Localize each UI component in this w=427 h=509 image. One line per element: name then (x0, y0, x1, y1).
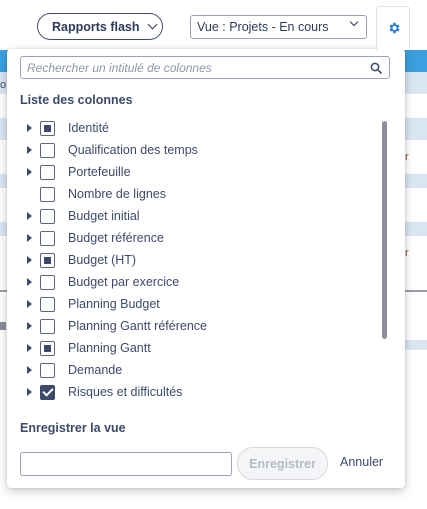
chevron-down-icon (349, 17, 359, 27)
column-label: Budget par exercice (68, 275, 180, 289)
view-select[interactable]: Vue : Projets - En cours (190, 15, 367, 39)
column-checkbox[interactable] (40, 319, 55, 334)
column-checkbox[interactable] (40, 253, 55, 268)
expand-caret-icon[interactable] (27, 234, 32, 242)
column-label: Portefeuille (68, 165, 131, 179)
column-label: Budget référence (68, 231, 164, 245)
table-cell-fragment: r (405, 247, 409, 259)
column-label: Qualification des temps (68, 143, 198, 157)
column-item[interactable]: Demande (7, 360, 377, 382)
column-item[interactable]: Budget par exercice (7, 272, 377, 294)
column-checkbox[interactable] (40, 143, 55, 158)
column-label: Planning Gantt (68, 341, 151, 355)
column-item[interactable]: Nombre de lignes (7, 184, 377, 206)
expand-caret-icon[interactable] (27, 278, 32, 286)
column-item[interactable]: Budget initial (7, 206, 377, 228)
column-search-box (20, 56, 390, 79)
scrollbar-fragment (0, 322, 6, 330)
columns-scrollbar[interactable] (382, 121, 388, 339)
column-label: Planning Gantt référence (68, 319, 207, 333)
rapports-flash-label: Rapports flash (52, 19, 140, 34)
table-row (405, 340, 427, 350)
expand-caret-icon[interactable] (27, 300, 32, 308)
column-item[interactable]: Portefeuille (7, 162, 377, 184)
column-item[interactable]: Risques et difficultés (7, 382, 377, 404)
column-label: Budget initial (68, 209, 140, 223)
column-item[interactable]: Planning Gantt (7, 338, 377, 360)
toolbar: Rapports flash Vue : Projets - En cours (0, 0, 427, 50)
column-checkbox[interactable] (40, 385, 55, 400)
column-checkbox[interactable] (40, 187, 55, 202)
column-checkbox[interactable] (40, 231, 55, 246)
view-select-value: Vue : Projets - En cours (197, 20, 329, 34)
column-item[interactable]: Planning Budget (7, 294, 377, 316)
search-icon[interactable] (370, 62, 382, 74)
column-label: Budget (HT) (68, 253, 137, 267)
gear-icon (389, 22, 400, 34)
view-name-input[interactable] (20, 452, 232, 476)
column-label: Demande (68, 363, 123, 377)
column-search-input[interactable] (21, 57, 361, 78)
cancel-button[interactable]: Annuler (340, 455, 383, 469)
save-view-title: Enregistrer la vue (20, 421, 126, 435)
column-checkbox[interactable] (40, 209, 55, 224)
expand-caret-icon[interactable] (27, 344, 32, 352)
column-label: Risques et difficultés (68, 385, 183, 399)
expand-caret-icon[interactable] (27, 256, 32, 264)
expand-caret-icon[interactable] (27, 322, 32, 330)
expand-caret-icon[interactable] (27, 168, 32, 176)
chevron-down-icon (147, 19, 157, 30)
save-view-button[interactable]: Enregistrer (237, 447, 328, 480)
column-checkbox[interactable] (40, 275, 55, 290)
table-cell-fragment: r (405, 151, 409, 163)
column-chooser-panel: Liste des colonnes Identité Qualification… (7, 49, 405, 488)
column-item[interactable]: Qualification des temps (7, 140, 377, 162)
expand-caret-icon[interactable] (27, 212, 32, 220)
expand-caret-icon[interactable] (27, 366, 32, 374)
column-item[interactable]: Budget référence (7, 228, 377, 250)
expand-caret-icon[interactable] (27, 146, 32, 154)
table-cell-fragment: o (0, 79, 7, 91)
column-label: Planning Budget (68, 297, 160, 311)
column-checkbox[interactable] (40, 341, 55, 356)
columns-list-title: Liste des colonnes (20, 93, 133, 107)
column-item[interactable]: Budget (HT) (7, 250, 377, 272)
column-label: Nombre de lignes (68, 187, 166, 201)
column-settings-button[interactable] (376, 6, 410, 50)
column-checkbox[interactable] (40, 165, 55, 180)
column-checkbox[interactable] (40, 363, 55, 378)
scrollbar-thumb[interactable] (382, 121, 387, 339)
column-label: Identité (68, 121, 110, 135)
column-checkbox[interactable] (40, 121, 55, 136)
expand-caret-icon[interactable] (27, 124, 32, 132)
expand-caret-icon[interactable] (27, 388, 32, 396)
column-item[interactable]: Identité (7, 118, 377, 140)
rapports-flash-button[interactable]: Rapports flash (37, 13, 163, 40)
column-checkbox[interactable] (40, 297, 55, 312)
column-item[interactable]: Planning Gantt référence (7, 316, 377, 338)
